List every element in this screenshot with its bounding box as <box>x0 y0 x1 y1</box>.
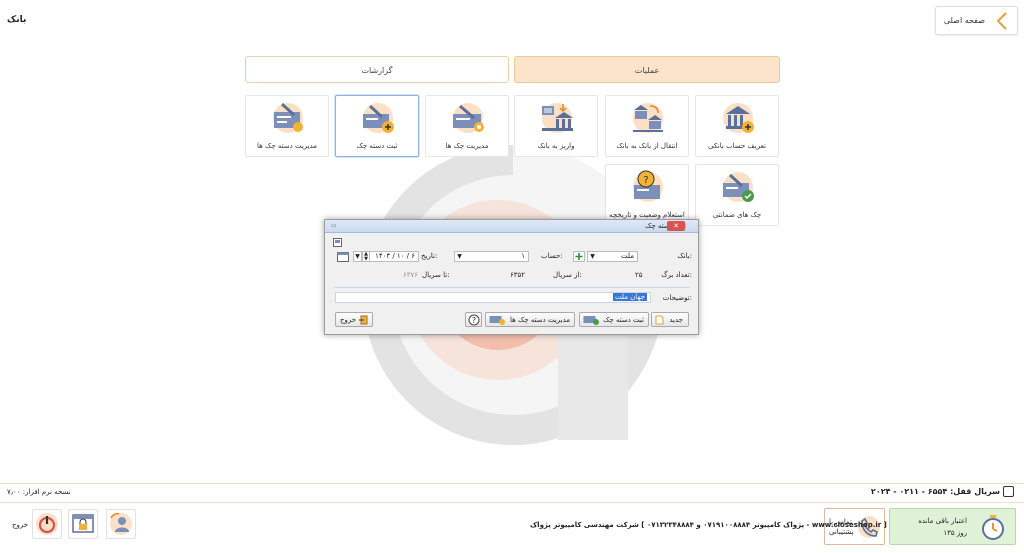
separator <box>335 287 690 288</box>
manage-cheque-books-button[interactable]: مدیریت دسته چک ها <box>485 312 575 327</box>
help-icon: ? <box>468 314 480 326</box>
dialog-close-button[interactable]: ✕ <box>667 221 685 231</box>
tile-label: ثبت دسته چک <box>356 142 398 150</box>
save-cheque-book-button[interactable]: ثبت دسته چک <box>579 312 649 327</box>
to-serial-label: تا سریال: <box>422 271 450 279</box>
bank-deposit-icon <box>542 103 573 133</box>
print-icon[interactable] <box>333 238 342 247</box>
tile-label: انتقال از بانک به بانک <box>616 142 678 150</box>
date-spinner[interactable]: ▲ ▼ <box>362 251 370 262</box>
tile-guarantee-cheques[interactable]: چک های ضمانتی <box>695 164 779 226</box>
new-button-label: جدید <box>669 316 683 324</box>
user-switch-icon <box>110 512 132 535</box>
description-selected-text: جهان ملت <box>613 293 647 301</box>
user-switch-button[interactable] <box>106 509 136 539</box>
home-button-label: صفحه اصلی <box>943 16 985 25</box>
cheque-manage-icon <box>453 103 484 133</box>
register-cheque-book-dialog: ▭ ثبت دسته چک ✕ بانک: ملت ▼ حساب: ۱ ▼ تا… <box>324 219 699 335</box>
lock-window-icon <box>72 514 94 533</box>
top-bar: بانک صفحه اصلی <box>0 0 1024 40</box>
date-field[interactable]: ۱۴۰۴ / ۱۰ / ۶ <box>369 251 419 262</box>
home-button[interactable]: صفحه اصلی <box>935 6 1018 35</box>
company-info: شرکت مهندسی کامپیوتر پژواک [ پژواک کامپی… <box>530 521 887 529</box>
from-serial-label: از سریال: <box>553 271 582 279</box>
tile-bank-transfer[interactable]: انتقال از بانک به بانک <box>605 95 689 157</box>
cheque-check-icon <box>583 316 599 325</box>
tile-label: چک های ضمانتی <box>712 211 762 219</box>
account-select[interactable]: ۱ <box>454 251 529 262</box>
tile-cheque-book-management[interactable]: مدیریت دسته چک ها <box>245 95 329 157</box>
calendar-icon[interactable] <box>337 251 349 262</box>
stopwatch-icon <box>982 515 1004 540</box>
exit-button[interactable]: خروج <box>335 312 373 327</box>
tile-label: مدیریت چک ها <box>445 142 489 150</box>
date-dropdown[interactable]: ▼ <box>353 251 362 262</box>
new-document-icon <box>655 315 664 325</box>
manage-button-label: مدیریت دسته چک ها <box>510 316 570 324</box>
tile-label: تعریف حساب بانکی <box>708 142 766 150</box>
tile-label: مدیریت دسته چک ها <box>257 142 317 150</box>
dialog-title-bar[interactable]: ▭ ثبت دسته چک ✕ <box>325 220 698 233</box>
inquiry-icon: ? <box>633 170 663 202</box>
chevron-down-icon[interactable]: ▼ <box>588 251 597 262</box>
cheque-book-add-icon <box>363 103 394 133</box>
tab-reports[interactable]: گزارشات <box>245 56 509 83</box>
date-label: تاریخ: <box>421 252 438 260</box>
plus-icon <box>575 253 583 260</box>
tile-bank-deposit[interactable]: واریز به بانک <box>514 95 598 157</box>
exit-door-icon <box>359 315 368 325</box>
software-version: نسخه نرم افزار: ۷٫۰۰ <box>7 488 71 496</box>
tile-label: واریز به بانک <box>537 142 575 150</box>
lock-screen-button[interactable] <box>68 509 98 539</box>
cheque-book-manage-icon <box>273 102 303 133</box>
chevron-down-icon[interactable]: ▼ <box>455 251 464 262</box>
svg-text:?: ? <box>472 316 476 325</box>
footer-divider <box>0 483 1024 484</box>
svg-text:?: ? <box>643 175 648 186</box>
guarantee-cheque-icon <box>723 172 754 202</box>
remaining-credit-panel: اعتبار باقی مانده ۱۳۵ روز <box>889 508 1016 545</box>
description-label: توضیحات: <box>662 294 692 302</box>
help-button[interactable]: ? <box>465 312 482 327</box>
bank-transfer-icon <box>633 103 663 133</box>
save-button-label: ثبت دسته چک <box>603 316 644 324</box>
tile-cheque-management[interactable]: مدیریت چک ها <box>425 95 509 157</box>
exit-app-label: خروج <box>12 521 29 529</box>
footer-divider-2 <box>0 502 1024 503</box>
description-field[interactable]: جهان ملت <box>335 292 651 303</box>
chevron-left-icon <box>996 12 1007 30</box>
tile-define-bank-account[interactable]: تعریف حساب بانکی <box>695 95 779 157</box>
sheets-count-label: تعداد برگ: <box>661 271 692 279</box>
exit-app-button[interactable] <box>32 509 62 539</box>
power-icon <box>36 513 58 535</box>
exit-button-label: خروج <box>340 316 357 324</box>
sheets-count-value[interactable]: ۲۵ <box>635 271 643 279</box>
from-serial-value[interactable]: ۶۳۵۲ <box>510 271 525 279</box>
new-button[interactable]: جدید <box>651 312 689 327</box>
cheque-book-manage-icon <box>489 316 505 325</box>
credit-days: ۱۳۵ روز <box>943 529 967 537</box>
bank-add-icon <box>723 103 754 133</box>
to-serial-value: ۶۳۷۶ <box>403 271 419 279</box>
tile-status-inquiry[interactable]: ? استعلام وضعیت و تاریخچه <box>605 164 689 226</box>
tile-register-cheque-book[interactable]: ثبت دسته چک <box>335 95 419 157</box>
support-label-2: پشتیبانی <box>829 528 854 536</box>
copy-icon[interactable] <box>1003 486 1014 497</box>
credit-label: اعتبار باقی مانده <box>918 517 967 525</box>
page-title: بانک <box>7 15 27 25</box>
tile-label: استعلام وضعیت و تاریخچه <box>609 211 685 219</box>
dialog-menu-icon[interactable]: ▭ <box>331 222 337 229</box>
lock-serial: سریال قفل: ۶۵۵۴ - ۰۲۱۱ - ۲۰۲۴ <box>870 487 1000 496</box>
tab-operations[interactable]: عملیات <box>514 56 780 83</box>
account-label: حساب: <box>541 252 563 260</box>
bank-label: بانک: <box>677 252 692 260</box>
add-bank-button[interactable] <box>573 251 585 262</box>
